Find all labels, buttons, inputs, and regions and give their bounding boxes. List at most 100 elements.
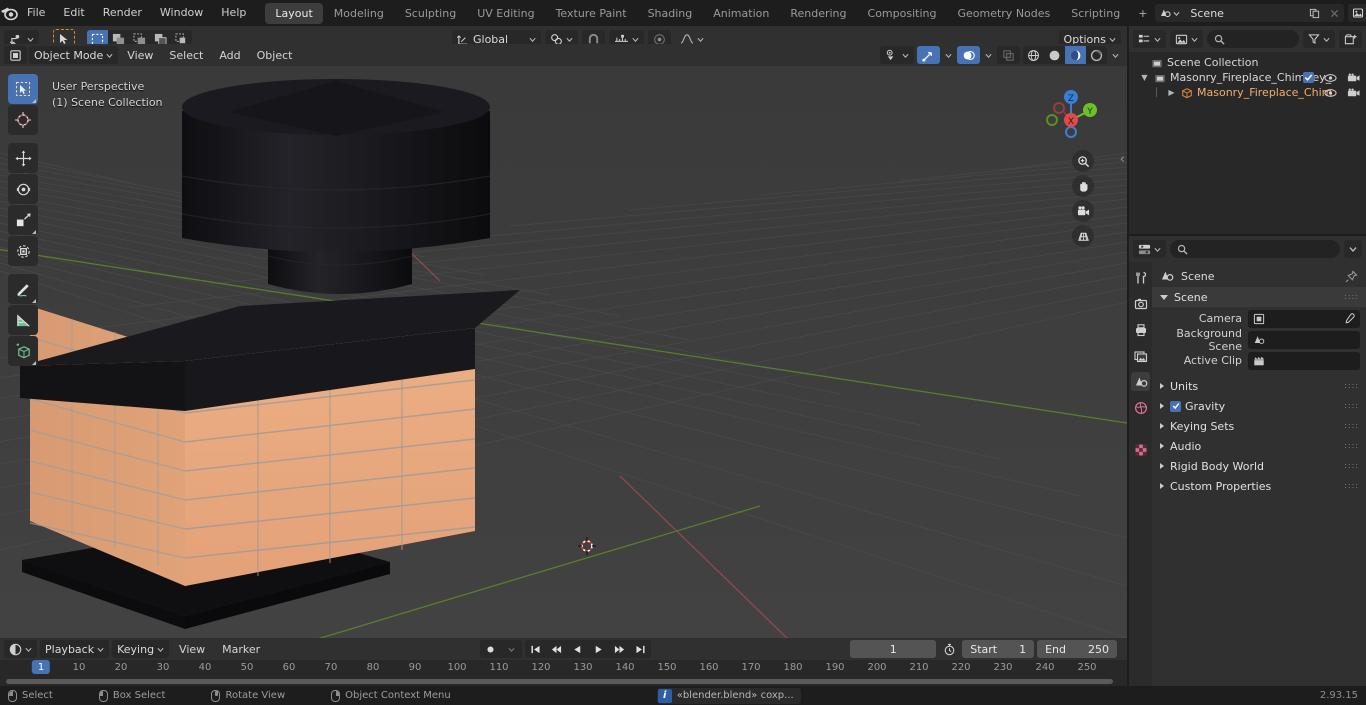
- current-frame-field[interactable]: 1: [850, 640, 937, 658]
- chevron-down-icon[interactable]: [1344, 240, 1362, 258]
- tab-scripting[interactable]: Scripting: [1061, 3, 1130, 24]
- wireframe-shading-icon[interactable]: [1023, 46, 1044, 64]
- menu-file[interactable]: File: [18, 3, 54, 23]
- render-tab[interactable]: [1131, 294, 1150, 313]
- collection-checkbox[interactable]: [1303, 72, 1314, 83]
- tab-geometry-nodes[interactable]: Geometry Nodes: [947, 3, 1060, 24]
- prev-keyframe-icon[interactable]: [546, 640, 567, 658]
- gizmo-dropdown-chevron-icon[interactable]: [943, 46, 954, 64]
- use-preview-range-icon[interactable]: [939, 643, 959, 656]
- editor-type-3dview-icon[interactable]: [4, 46, 27, 64]
- camera-icon[interactable]: [1072, 200, 1094, 222]
- object-types-visibility-icon[interactable]: [880, 46, 914, 64]
- tab-shading[interactable]: Shading: [638, 3, 703, 24]
- frame-end-field[interactable]: End 250: [1037, 640, 1117, 658]
- timeline-editor[interactable]: Playback Keying View Marker 1 Start 1 En…: [0, 638, 1127, 686]
- timeline-scrollbar[interactable]: [0, 677, 1127, 686]
- menu-select[interactable]: Select: [162, 47, 210, 64]
- menu-edit[interactable]: Edit: [54, 3, 93, 23]
- pin-icon[interactable]: [1345, 269, 1358, 283]
- unlink-x-icon[interactable]: [1324, 4, 1345, 22]
- view-layer-icon[interactable]: [1348, 4, 1366, 22]
- ortho-persp-toggle-icon[interactable]: [1072, 225, 1094, 247]
- menu-add[interactable]: Add: [212, 47, 247, 64]
- tweak-select-tool[interactable]: [8, 74, 38, 104]
- expand-right-icon[interactable]: ▶: [1166, 88, 1177, 97]
- object-camera-render-icon[interactable]: [1347, 87, 1360, 98]
- output-tab[interactable]: [1131, 320, 1150, 339]
- object-mode-dropdown[interactable]: Object Mode: [29, 46, 119, 64]
- panel-audio-header[interactable]: Audio ::::: [1152, 436, 1366, 456]
- menu-help[interactable]: Help: [212, 3, 255, 23]
- auto-keying-record-icon[interactable]: [480, 640, 501, 658]
- overlays-dropdown-chevron-icon[interactable]: [983, 46, 994, 64]
- panel-custom-properties-header[interactable]: Custom Properties ::::: [1152, 476, 1366, 496]
- outliner-row-scene-collection[interactable]: Scene Collection: [1129, 55, 1366, 70]
- keying-dropdown[interactable]: Keying: [112, 640, 170, 658]
- scale-tool[interactable]: [8, 205, 38, 235]
- view-layer-tab[interactable]: [1131, 346, 1150, 365]
- overlays-icon[interactable]: [957, 46, 980, 64]
- panel-rigid-body-world-header[interactable]: Rigid Body World ::::: [1152, 456, 1366, 476]
- id-type-icon[interactable]: [1170, 30, 1203, 48]
- timeline-editor-icon[interactable]: [4, 640, 37, 658]
- gravity-checkbox[interactable]: [1170, 400, 1181, 412]
- zoom-icon[interactable]: [1072, 150, 1094, 172]
- 3d-viewport[interactable]: User Perspective (1) Scene Collection Z …: [0, 66, 1127, 638]
- tab-compositing[interactable]: Compositing: [858, 3, 947, 24]
- cursor-tool[interactable]: [8, 105, 38, 135]
- tab-rendering[interactable]: Rendering: [780, 3, 856, 24]
- file-status-badge[interactable]: i «blender.blend» coxp...: [656, 687, 801, 704]
- tab-uv-editing[interactable]: UV Editing: [467, 3, 544, 24]
- blender-logo-icon[interactable]: [0, 0, 18, 26]
- measure-tool[interactable]: [8, 305, 38, 335]
- shading-dropdown-chevron-icon[interactable]: [1110, 46, 1121, 64]
- transform-tool[interactable]: [8, 236, 38, 266]
- add-workspace-button[interactable]: +: [1131, 3, 1154, 24]
- menu-window[interactable]: Window: [151, 3, 212, 23]
- material-preview-shading-icon[interactable]: [1065, 46, 1086, 64]
- tab-layout[interactable]: Layout: [265, 2, 323, 24]
- camera-render-icon[interactable]: [1347, 72, 1360, 83]
- playhead[interactable]: 1: [31, 660, 51, 674]
- world-tab[interactable]: [1131, 398, 1150, 417]
- scene-name-field[interactable]: Scene: [1184, 4, 1305, 22]
- tab-texture-paint[interactable]: Texture Paint: [546, 3, 637, 24]
- properties-search-input[interactable]: [1170, 240, 1340, 258]
- outliner-row-chimney-collection[interactable]: ▼ Masonry_Fireplace_Chimney_: [1129, 70, 1366, 85]
- outliner-editor[interactable]: Scene Collection ▼ Masonry_Fireplace_Chi…: [1129, 26, 1366, 234]
- move-tool[interactable]: [8, 143, 38, 173]
- tab-sculpting[interactable]: Sculpting: [395, 3, 466, 24]
- play-reverse-icon[interactable]: [567, 640, 588, 658]
- expand-down-icon[interactable]: ▼: [1139, 73, 1150, 82]
- rotate-tool[interactable]: [8, 174, 38, 204]
- pan-hand-icon[interactable]: [1072, 175, 1094, 197]
- timeline-ruler[interactable]: 1 10 20 30 40 50 60 70 80 90 100 110 120…: [0, 660, 1127, 677]
- properties-editor[interactable]: Scene Scene :::: Camera Background Scene…: [1129, 236, 1366, 686]
- new-collection-icon[interactable]: [1339, 30, 1362, 48]
- tool-tab[interactable]: [1131, 268, 1150, 287]
- menu-object[interactable]: Object: [250, 47, 300, 64]
- playback-dropdown[interactable]: Playback: [40, 640, 110, 658]
- active-clip-field[interactable]: [1248, 351, 1360, 370]
- background-scene-field[interactable]: [1248, 330, 1360, 349]
- next-keyframe-icon[interactable]: [609, 640, 630, 658]
- camera-field[interactable]: [1248, 309, 1360, 328]
- outliner-row-chimney-object[interactable]: │ ▶ Masonry_Fireplace_Chim: [1129, 85, 1366, 100]
- frame-start-field[interactable]: Start 1: [962, 640, 1035, 658]
- timeline-menu-marker[interactable]: Marker: [215, 641, 267, 658]
- menu-render[interactable]: Render: [94, 3, 151, 23]
- panel-units-header[interactable]: Units ::::: [1152, 376, 1366, 396]
- navigation-gizmo[interactable]: Z Y X: [1037, 80, 1105, 148]
- panel-keying-sets-header[interactable]: Keying Sets ::::: [1152, 416, 1366, 436]
- object-eye-icon[interactable]: [1324, 88, 1337, 98]
- filter-funnel-icon[interactable]: [1303, 30, 1335, 48]
- jump-start-icon[interactable]: [525, 640, 546, 658]
- panel-scene-header[interactable]: Scene ::::: [1152, 287, 1366, 307]
- panel-gravity-header[interactable]: Gravity ::::: [1152, 396, 1366, 416]
- play-icon[interactable]: [588, 640, 609, 658]
- duplicate-icon[interactable]: [1304, 4, 1325, 22]
- sidebar-toggle-arrow-icon[interactable]: ‹: [1120, 152, 1125, 167]
- eyedropper-icon[interactable]: [1343, 312, 1355, 325]
- outliner-search-input[interactable]: [1207, 30, 1299, 48]
